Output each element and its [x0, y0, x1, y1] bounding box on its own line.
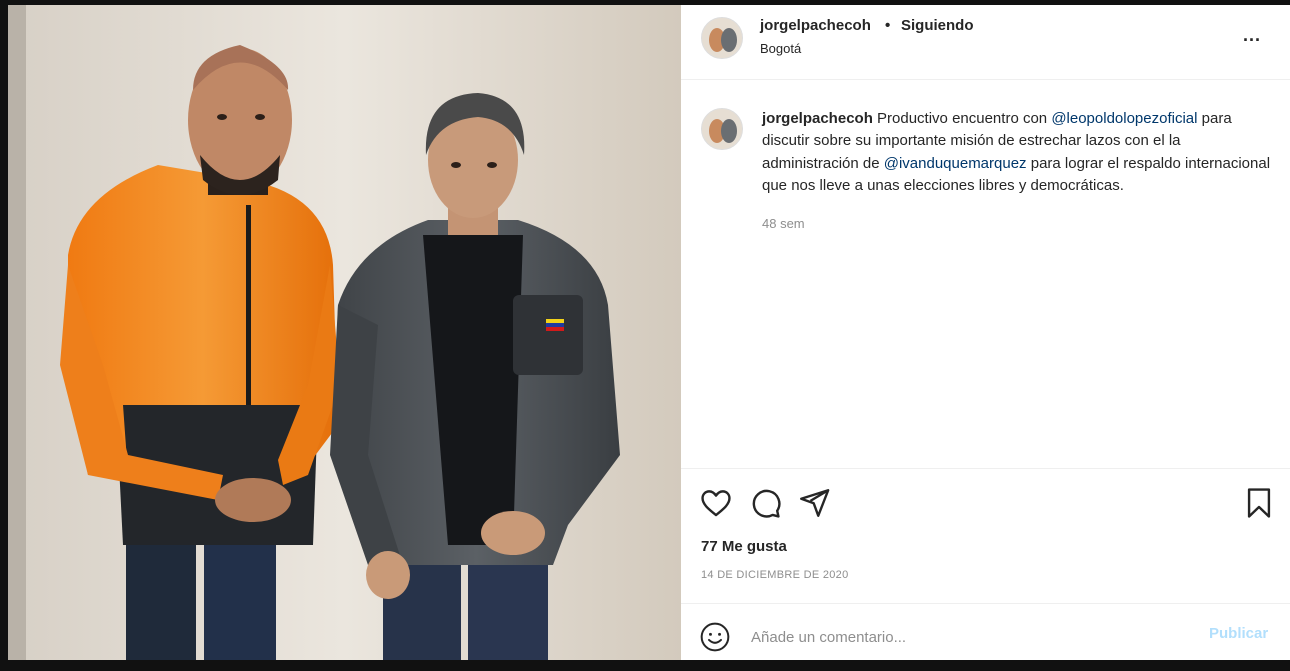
post-header: jorgelpachecoh • Siguiendo Bogotá ... — [681, 5, 1290, 80]
heart-icon[interactable] — [699, 486, 733, 520]
header-separator: • — [885, 17, 891, 34]
caption-timestamp[interactable]: 48 sem — [762, 216, 805, 231]
post-photo[interactable] — [8, 5, 681, 660]
share-icon[interactable] — [797, 486, 831, 520]
header-username[interactable]: jorgelpachecoh — [760, 17, 871, 34]
likes-count[interactable]: 77 Me gusta — [701, 538, 787, 555]
photo-illustration — [8, 5, 681, 660]
caption-username[interactable]: jorgelpachecoh — [762, 110, 873, 127]
caption-text-part-1: Productivo encuentro con — [872, 110, 1052, 127]
emoji-icon[interactable] — [699, 621, 731, 653]
post-location[interactable]: Bogotá — [760, 41, 801, 56]
mention-link-ivanduquemarquez[interactable]: @ivanduquemarquez — [884, 155, 1027, 172]
avatar-photo — [702, 18, 742, 58]
post-date[interactable]: 14 DE DICIEMBRE DE 2020 — [701, 569, 849, 581]
following-button[interactable]: Siguiendo — [901, 17, 974, 34]
caption-text: jorgelpachecoh Productivo encuentro con … — [762, 108, 1277, 197]
avatar-photo — [702, 109, 742, 149]
mention-link-leopoldolopezoficial[interactable]: @leopoldolopezoficial — [1051, 110, 1197, 127]
more-options-icon[interactable]: ... — [1243, 25, 1261, 46]
action-bar — [681, 468, 1290, 529]
instagram-post-frame: jorgelpachecoh • Siguiendo Bogotá ... jo… — [0, 0, 1290, 671]
avatar[interactable] — [701, 17, 743, 59]
caption-avatar[interactable] — [701, 108, 743, 150]
bookmark-icon[interactable] — [1242, 486, 1276, 520]
comment-icon[interactable] — [748, 486, 782, 520]
post-side-panel: jorgelpachecoh • Siguiendo Bogotá ... jo… — [681, 5, 1290, 660]
comment-bar: Publicar — [681, 603, 1290, 661]
comment-input[interactable] — [749, 623, 1193, 651]
publish-button[interactable]: Publicar — [1209, 625, 1268, 642]
